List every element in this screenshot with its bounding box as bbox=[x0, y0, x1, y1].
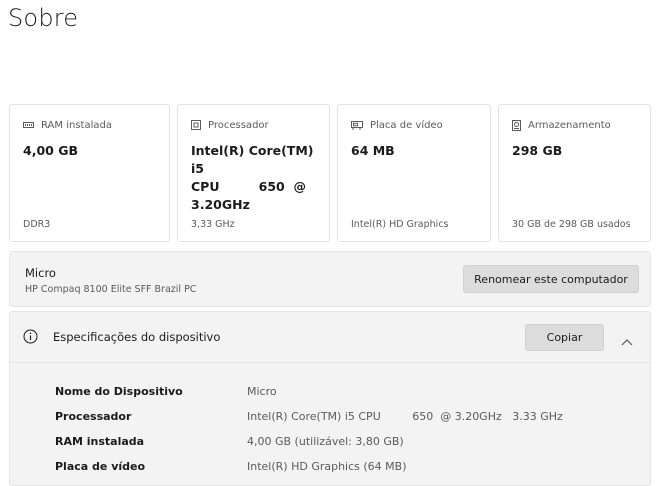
card-label: Placa de vídeo bbox=[370, 119, 443, 131]
spec-value: Micro bbox=[247, 385, 277, 398]
hardware-summary-cards: RAM instalada 4,00 GB DDR3 Processador I… bbox=[9, 104, 651, 244]
card-label: Processador bbox=[208, 119, 269, 131]
card-footer: 30 GB de 298 GB usados bbox=[512, 219, 631, 230]
spec-value: Intel(R) Core(TM) i5 CPU 650 @ 3.20GHz 3… bbox=[247, 410, 563, 423]
specs-title: Especificações do dispositivo bbox=[53, 330, 221, 344]
spec-key: RAM instalada bbox=[55, 435, 145, 448]
spec-key: Placa de vídeo bbox=[55, 460, 146, 473]
device-specifications-header[interactable]: Especificações do dispositivo Copiar bbox=[10, 312, 650, 363]
processor-icon bbox=[191, 120, 201, 130]
spec-value: 4,00 GB (utilizável: 3,80 GB) bbox=[247, 435, 404, 448]
card-value: 64 MB bbox=[351, 143, 395, 158]
card-footer: DDR3 bbox=[23, 219, 51, 230]
ram-icon bbox=[23, 121, 34, 129]
chevron-up-icon[interactable] bbox=[621, 331, 633, 350]
copy-button[interactable]: Copiar bbox=[525, 324, 604, 351]
page-title: Sobre bbox=[8, 4, 79, 32]
card-ram: RAM instalada 4,00 GB DDR3 bbox=[9, 104, 170, 242]
card-label: RAM instalada bbox=[41, 119, 112, 131]
card-footer: Intel(R) HD Graphics bbox=[351, 219, 449, 230]
device-name-panel: Micro HP Compaq 8100 Elite SFF Brazil PC… bbox=[9, 251, 651, 307]
device-specifications-panel: Especificações do dispositivo Copiar Nom… bbox=[9, 311, 651, 486]
card-footer: 3,33 GHz bbox=[191, 219, 235, 230]
card-value: 4,00 GB bbox=[23, 143, 78, 158]
card-processor: Processador Intel(R) Core(TM) i5 CPU 650… bbox=[177, 104, 330, 242]
spec-key: Processador bbox=[55, 410, 132, 423]
spec-key: Nome do Dispositivo bbox=[55, 385, 183, 398]
card-graphics: Placa de vídeo 64 MB Intel(R) HD Graphic… bbox=[337, 104, 491, 242]
card-label: Armazenamento bbox=[528, 119, 611, 131]
card-value: Intel(R) Core(TM) i5 CPU 650 @ 3.20GHz bbox=[191, 143, 314, 212]
graphics-card-icon bbox=[351, 120, 363, 130]
spec-value: Intel(R) HD Graphics (64 MB) bbox=[247, 460, 407, 473]
info-icon bbox=[23, 329, 38, 348]
device-name: Micro bbox=[25, 266, 56, 280]
storage-icon bbox=[512, 119, 521, 131]
card-storage: Armazenamento 298 GB 30 GB de 298 GB usa… bbox=[498, 104, 651, 242]
device-model: HP Compaq 8100 Elite SFF Brazil PC bbox=[25, 284, 197, 295]
card-value: 298 GB bbox=[512, 143, 563, 158]
rename-computer-button[interactable]: Renomear este computador bbox=[463, 265, 639, 293]
